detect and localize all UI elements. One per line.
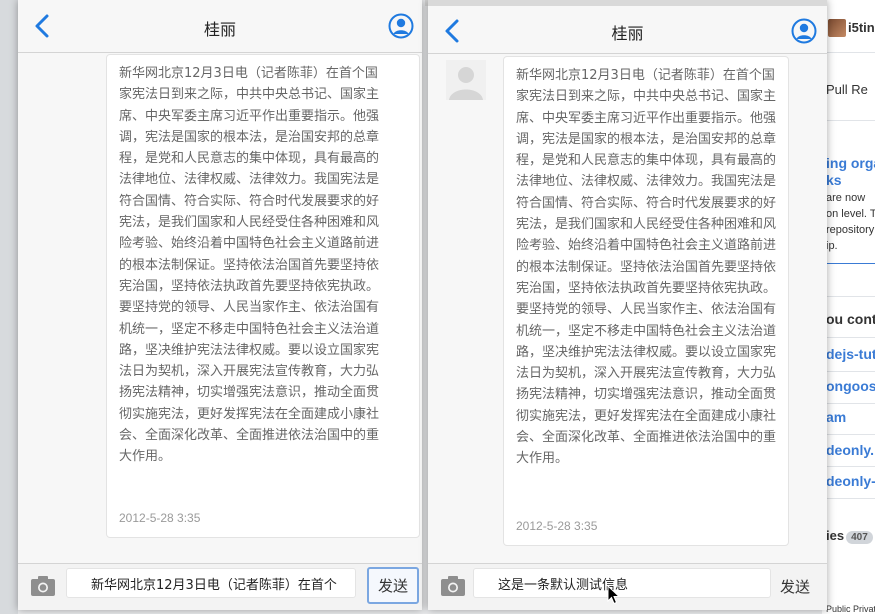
profile-icon[interactable] bbox=[388, 13, 414, 39]
message-list[interactable]: 新华网北京12月3日电（记者陈菲）在首个国家宪法日到来之际，中共中央总书记、国家… bbox=[428, 54, 827, 563]
bg-desc-3: repository bbox=[826, 224, 875, 236]
camera-icon[interactable] bbox=[440, 575, 466, 597]
bg-divider bbox=[822, 296, 875, 297]
bg-divider bbox=[822, 403, 875, 404]
message-list[interactable]: 新华网北京12月3日电（记者陈菲）在首个国家宪法日到来之际，中共中央总书记、国家… bbox=[18, 54, 422, 563]
bg-repo-link[interactable]: deonly. bbox=[826, 442, 874, 458]
bg-repo-link[interactable]: dejs-tut bbox=[826, 346, 875, 362]
background-left-edge bbox=[0, 0, 18, 614]
bg-repo-link[interactable]: am bbox=[826, 409, 846, 425]
message-text: 新华网北京12月3日电（记者陈菲）在首个国家宪法日到来之际，中共中央总书记、国家… bbox=[119, 66, 380, 465]
bg-repo-link[interactable]: deonly- bbox=[826, 473, 875, 489]
mouse-cursor-icon bbox=[607, 585, 621, 605]
chat-window-right: 桂丽 新华网北京12月3日电（记者陈菲）在首个国家宪法日到来之际，中共中央总书记… bbox=[428, 0, 827, 610]
bg-tabs: Public Private bbox=[826, 604, 875, 614]
bg-divider bbox=[822, 52, 875, 53]
bg-divider bbox=[822, 434, 875, 435]
profile-icon[interactable] bbox=[791, 18, 817, 44]
message-timestamp: 2012-5-28 3:35 bbox=[516, 519, 598, 533]
bg-divider bbox=[822, 263, 875, 264]
bg-divider bbox=[822, 337, 875, 338]
contact-name: 桂丽 bbox=[203, 20, 236, 39]
bg-divider bbox=[822, 120, 875, 121]
chat-window-left: 桂丽 新华网北京12月3日电（记者陈菲）在首个国家宪法日到来之际，中共中央总书记… bbox=[18, 0, 422, 610]
bg-desc-1: are now bbox=[826, 192, 866, 204]
bg-desc-4: ip. bbox=[826, 240, 838, 252]
camera-icon[interactable] bbox=[30, 575, 56, 597]
default-avatar-icon[interactable] bbox=[446, 60, 486, 100]
bg-username[interactable]: i5tin bbox=[848, 20, 875, 35]
bg-pull-requests[interactable]: Pull Re bbox=[826, 82, 868, 97]
contact-name: 桂丽 bbox=[611, 24, 644, 43]
message-input[interactable] bbox=[473, 568, 771, 598]
compose-bar: 发送 bbox=[18, 563, 422, 610]
message-timestamp: 2012-5-28 3:35 bbox=[119, 511, 201, 525]
bg-tab-private[interactable]: Private bbox=[853, 604, 875, 614]
background-github-page: i5tin Pull Re ing orga ks are now on lev… bbox=[822, 0, 875, 614]
bg-heading-line2[interactable]: ks bbox=[826, 172, 842, 188]
compose-bar: 发送 bbox=[428, 563, 827, 610]
message-text: 新华网北京12月3日电（记者陈菲）在首个国家宪法日到来之际，中共中央总书记、国家… bbox=[516, 68, 777, 467]
message-bubble[interactable]: 新华网北京12月3日电（记者陈菲）在首个国家宪法日到来之际，中共中央总书记、国家… bbox=[106, 54, 420, 538]
send-button[interactable]: 发送 bbox=[367, 567, 419, 604]
message-bubble[interactable]: 新华网北京12月3日电（记者陈菲）在首个国家宪法日到来之际，中共中央总书记、国家… bbox=[503, 56, 789, 546]
bg-user-avatar[interactable] bbox=[828, 19, 846, 37]
bg-divider bbox=[822, 466, 875, 467]
chat-header: 桂丽 bbox=[428, 6, 827, 54]
bg-contrib-heading: ou contr bbox=[826, 311, 875, 327]
send-button[interactable]: 发送 bbox=[775, 572, 815, 600]
bg-heading-line1[interactable]: ing orga bbox=[826, 155, 875, 171]
bg-repositories-heading: ies 407 bbox=[826, 528, 873, 544]
bg-repo-link[interactable]: ongoose bbox=[826, 378, 875, 394]
bg-tab-public[interactable]: Public bbox=[826, 604, 851, 614]
bg-desc-2: on level. T bbox=[826, 208, 875, 220]
bg-repo-count-badge: 407 bbox=[846, 531, 873, 544]
message-input[interactable] bbox=[66, 568, 356, 598]
chat-header: 桂丽 bbox=[18, 0, 422, 53]
bg-divider bbox=[822, 371, 875, 372]
bg-divider bbox=[822, 498, 875, 499]
